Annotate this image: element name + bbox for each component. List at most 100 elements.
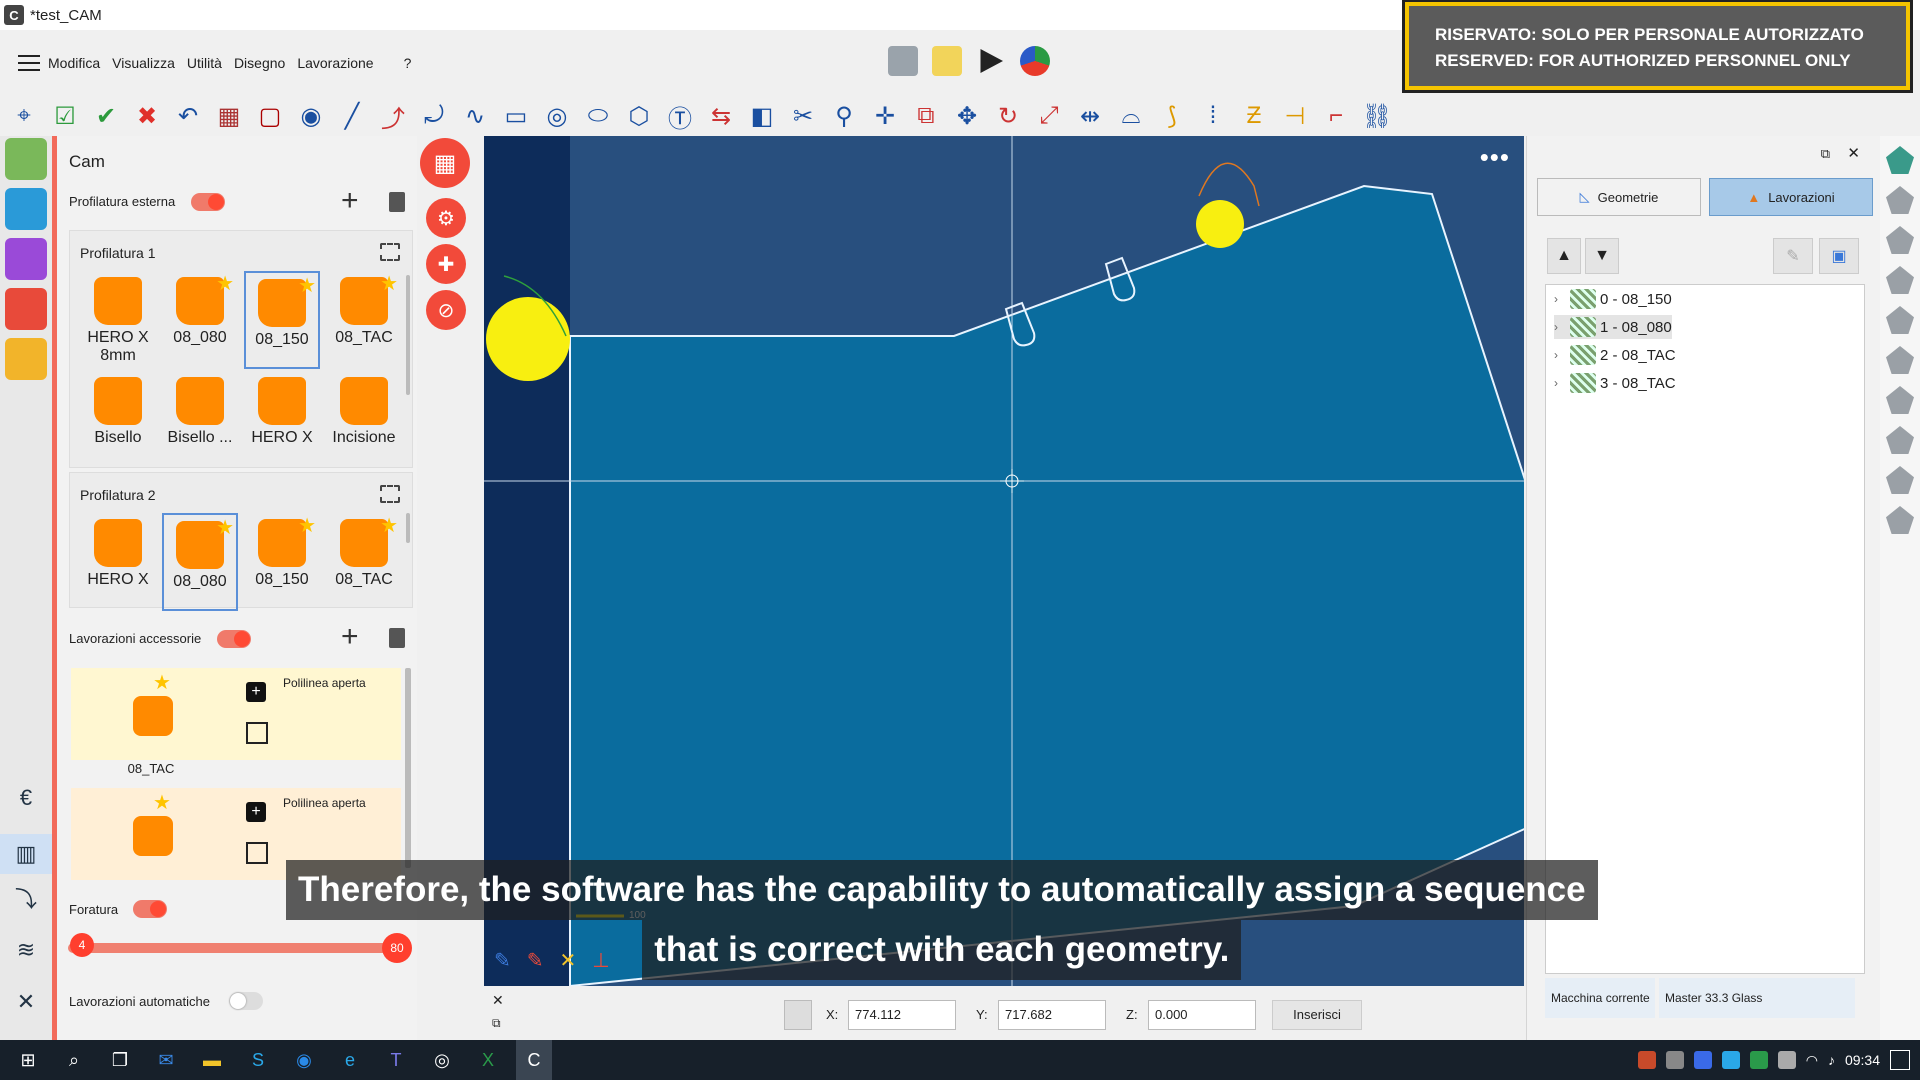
select-all-icon[interactable]: ☑ <box>49 100 81 132</box>
z-coordinate-input[interactable]: 0.000 <box>1148 1000 1256 1030</box>
scale-icon[interactable]: ⤢ <box>1033 100 1065 132</box>
outlook-icon[interactable]: ✉ <box>148 1040 184 1080</box>
tray-icon[interactable] <box>1721 1051 1740 1069</box>
strip-tool-icon[interactable] <box>1886 266 1914 294</box>
tool-path-icon[interactable]: ⤵ <box>10 882 42 914</box>
extend-icon[interactable]: ⊣ <box>1279 100 1311 132</box>
crosshair-icon[interactable]: ✛ <box>869 100 901 132</box>
layers-icon[interactable]: ▦ <box>213 100 245 132</box>
cam-module-icon[interactable] <box>5 288 47 330</box>
compass-icon[interactable]: ⊘ <box>426 290 466 330</box>
array-icon[interactable]: ⁞ <box>1197 100 1229 132</box>
tool-bisello-2[interactable]: Bisello ... <box>162 371 238 447</box>
chevron-right-icon[interactable]: › <box>1554 292 1570 306</box>
cost-icon[interactable]: € <box>10 782 42 814</box>
edge-icon[interactable]: e <box>332 1040 368 1080</box>
strip-tool-icon[interactable] <box>1886 186 1914 214</box>
hamburger-menu-icon[interactable] <box>18 54 40 71</box>
tool-08-tac[interactable]: ★ 08_TAC <box>326 513 402 589</box>
confirm-icon[interactable]: ✔ <box>90 100 122 132</box>
insert-button[interactable]: Inserisci <box>1272 1000 1362 1030</box>
tool-08-tac[interactable]: ★ 08_TAC <box>326 271 402 347</box>
chevron-right-icon[interactable]: › <box>1554 376 1570 390</box>
accessory-toggle[interactable] <box>217 630 251 648</box>
spreadsheet-icon[interactable] <box>888 46 918 76</box>
drawing-module-icon[interactable] <box>5 138 47 180</box>
tool-08-080[interactable]: ★ 08_080 <box>162 513 238 611</box>
polygon-icon[interactable]: ⬡ <box>623 100 655 132</box>
play-icon[interactable] <box>980 49 1003 73</box>
offset-icon[interactable]: ⌓ <box>1115 100 1147 132</box>
line-icon[interactable]: ╱ <box>336 100 368 132</box>
accessory-scrollbar[interactable] <box>405 668 411 868</box>
tree-item[interactable]: › 3 - 08_TAC <box>1554 371 1676 395</box>
circle-icon[interactable]: ◎ <box>541 100 573 132</box>
chevron-right-icon[interactable]: › <box>1554 320 1570 334</box>
tab-lavorazioni[interactable]: ▲ Lavorazioni <box>1709 178 1873 216</box>
strip-tool-icon[interactable] <box>1886 146 1914 174</box>
strip-tool-icon[interactable] <box>1886 386 1914 414</box>
notepad-icon[interactable] <box>932 46 962 76</box>
tool-incisione[interactable]: Incisione <box>326 371 402 447</box>
copy-icon[interactable]: ⧉ <box>910 100 942 132</box>
menu-modifica[interactable]: Modifica <box>48 55 100 71</box>
group-2-scrollbar[interactable] <box>406 513 410 543</box>
strip-tool-icon[interactable] <box>1886 226 1914 254</box>
pie-chart-icon[interactable] <box>1020 46 1050 76</box>
close-canvas-icon[interactable]: ✕ <box>492 992 504 1009</box>
tool-08-150[interactable]: ★ 08_150 <box>244 513 320 589</box>
task-view-icon[interactable]: ❐ <box>102 1040 138 1080</box>
measure-icon[interactable]: ⚲ <box>828 100 860 132</box>
calculator-icon[interactable]: ▦ <box>420 138 470 188</box>
search-icon[interactable]: ⌕ <box>56 1040 92 1080</box>
delete-accessory-button[interactable] <box>389 628 405 648</box>
tray-icon[interactable] <box>1637 1051 1656 1069</box>
external-profile-toggle[interactable] <box>191 193 225 211</box>
select-group-icon[interactable] <box>380 485 400 503</box>
tray-icon[interactable] <box>1749 1051 1768 1069</box>
notifications-icon[interactable] <box>1890 1050 1910 1070</box>
arc-icon[interactable]: ⤾ <box>418 100 450 132</box>
strip-tool-icon[interactable] <box>1886 466 1914 494</box>
text-icon[interactable]: Ⓣ <box>664 100 696 133</box>
add-item-icon[interactable]: ✚ <box>426 244 466 284</box>
tree-item[interactable]: › 2 - 08_TAC <box>1554 343 1676 367</box>
x-coordinate-input[interactable]: 774.112 <box>848 1000 956 1030</box>
settings-gear-icon[interactable]: ⚙ <box>426 198 466 238</box>
close-panel-icon[interactable]: ✕ <box>1847 144 1860 162</box>
chart-module-icon[interactable]: ▥ <box>0 834 52 874</box>
drilling-toggle[interactable] <box>133 900 167 918</box>
select-group-icon[interactable] <box>380 243 400 261</box>
stack-icon[interactable]: ≋ <box>10 934 42 966</box>
trim-icon[interactable]: ✂ <box>787 100 819 132</box>
menu-disegno[interactable]: Disegno <box>234 55 285 71</box>
y-coordinate-input[interactable]: 717.682 <box>998 1000 1106 1030</box>
chrome-icon[interactable]: ◎ <box>424 1040 460 1080</box>
strip-tool-icon[interactable] <box>1886 426 1914 454</box>
restore-canvas-icon[interactable]: ⧉ <box>492 1016 501 1031</box>
rectangle-icon[interactable]: ▭ <box>500 100 532 132</box>
clock[interactable]: 09:34 <box>1845 1052 1880 1068</box>
delete-profile-button[interactable] <box>389 192 405 212</box>
zigzag-icon[interactable]: Ƶ <box>1238 100 1270 132</box>
add-accessory-button[interactable]: + <box>341 622 359 652</box>
tools-icon[interactable]: ✕ <box>10 986 42 1018</box>
operation-settings-icon[interactable] <box>246 842 268 864</box>
box-3d-icon[interactable]: ◧ <box>746 100 778 132</box>
windows-start-icon[interactable]: ⊞ <box>10 1040 46 1080</box>
snap-icon[interactable]: ⌖ <box>8 100 40 132</box>
point-icon[interactable]: ◉ <box>295 100 327 132</box>
add-profile-button[interactable]: + <box>341 186 359 216</box>
menu-visualizza[interactable]: Visualizza <box>112 55 175 71</box>
tool-08-150[interactable]: ★ 08_150 <box>244 271 320 369</box>
parts-module-icon[interactable] <box>5 238 47 280</box>
add-operation-icon[interactable]: + <box>246 682 266 702</box>
current-machine-value[interactable]: Master 33.3 Glass <box>1659 978 1855 1018</box>
layers-module-icon[interactable] <box>5 188 47 230</box>
group-1-scrollbar[interactable] <box>406 275 410 395</box>
cancel-icon[interactable]: ✖ <box>131 100 163 132</box>
wifi-icon[interactable]: ◠ <box>1806 1052 1818 1069</box>
rotate-icon[interactable]: ↻ <box>992 100 1024 132</box>
rectangle-select-icon[interactable]: ▢ <box>254 100 286 132</box>
tool-bisello[interactable]: Bisello <box>80 371 156 447</box>
